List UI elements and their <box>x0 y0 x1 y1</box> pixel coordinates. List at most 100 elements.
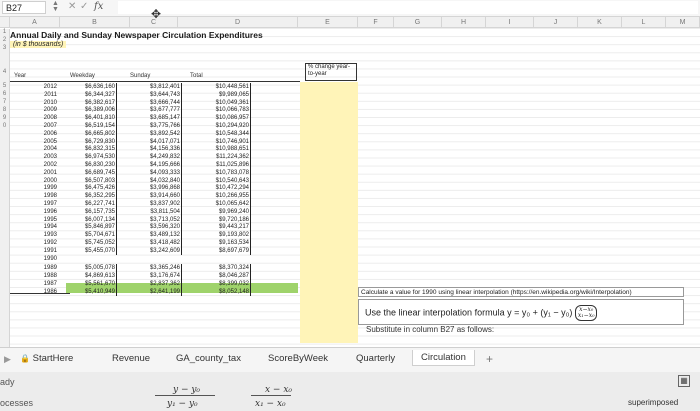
year-cell[interactable]: 2008 <box>10 114 57 122</box>
sunday-cell[interactable]: $4,017,071 <box>134 137 182 146</box>
sunday-cell[interactable]: $3,677,777 <box>134 106 182 115</box>
sunday-cell[interactable]: $3,418,482 <box>134 239 182 247</box>
sunday-cell[interactable]: $2,837,362 <box>134 280 182 288</box>
total-cell[interactable]: $10,540,643 <box>196 176 251 185</box>
sunday-cell[interactable]: $2,641,199 <box>134 287 182 296</box>
column-header-k[interactable]: K <box>578 17 622 28</box>
year-cell[interactable]: 1992 <box>10 239 57 247</box>
weekday-cell[interactable]: $5,561,670 <box>58 280 117 288</box>
total-cell[interactable]: $9,989,065 <box>196 90 251 99</box>
year-cell[interactable]: 2010 <box>10 99 57 107</box>
column-header-f[interactable]: F <box>358 17 394 28</box>
sunday-cell[interactable]: $3,812,401 <box>134 83 182 91</box>
total-cell[interactable]: $9,163,534 <box>196 239 251 247</box>
sunday-cell[interactable]: $3,811,504 <box>134 207 182 216</box>
total-cell[interactable]: $10,988,651 <box>196 145 251 154</box>
weekday-cell[interactable]: $6,636,160 <box>58 83 117 91</box>
sunday-cell[interactable]: $3,666,744 <box>134 98 182 107</box>
year-cell[interactable]: 2003 <box>10 153 57 161</box>
year-cell[interactable]: 2005 <box>10 138 57 146</box>
weekday-cell[interactable]: $6,475,426 <box>58 184 117 193</box>
sunday-cell[interactable]: $3,176,674 <box>134 272 182 281</box>
weekday-cell[interactable]: $5,704,671 <box>58 231 117 240</box>
total-cell[interactable]: $8,052,148 <box>196 287 251 296</box>
column-header-b[interactable]: B <box>60 17 130 28</box>
total-cell[interactable]: $10,548,344 <box>196 129 251 138</box>
total-cell[interactable]: $11,224,362 <box>196 153 251 162</box>
weekday-cell[interactable]: $6,729,830 <box>58 137 117 146</box>
sunday-cell[interactable]: $3,685,147 <box>134 114 182 123</box>
weekday-cell[interactable]: $4,869,613 <box>58 272 117 281</box>
total-cell[interactable]: $9,969,240 <box>196 207 251 216</box>
year-cell[interactable]: 1993 <box>10 231 57 239</box>
year-cell[interactable]: 2009 <box>10 106 57 114</box>
column-header-j[interactable]: J <box>534 17 578 28</box>
row-header-1[interactable]: 1 <box>0 29 10 37</box>
tab-starthere[interactable]: 🔒 StartHere <box>20 353 73 364</box>
sunday-cell[interactable]: $3,365,246 <box>134 264 182 273</box>
weekday-cell[interactable]: $6,974,530 <box>58 153 117 162</box>
total-cell[interactable]: $10,448,561 <box>196 83 251 91</box>
cancel-icon[interactable]: ✕ <box>68 1 76 12</box>
year-cell[interactable]: 1991 <box>10 247 57 255</box>
total-cell[interactable]: $10,266,955 <box>196 192 251 201</box>
name-box[interactable]: B27 <box>2 1 46 14</box>
total-cell[interactable]: $8,697,679 <box>196 246 251 255</box>
year-cell[interactable]: 1986 <box>10 288 57 296</box>
weekday-cell[interactable]: $6,401,810 <box>58 114 117 123</box>
tab-ga-county-tax[interactable]: GA_county_tax <box>176 353 241 364</box>
weekday-cell[interactable]: $6,830,230 <box>58 161 117 169</box>
sunday-cell[interactable]: $3,644,743 <box>134 90 182 99</box>
weekday-cell[interactable]: $6,519,154 <box>58 122 117 130</box>
tab-quarterly[interactable]: Quarterly <box>356 353 395 364</box>
sunday-cell[interactable]: $3,596,320 <box>134 223 182 232</box>
weekday-cell[interactable]: $6,007,134 <box>58 215 117 224</box>
year-cell[interactable]: 1990 <box>10 255 57 263</box>
sunday-cell[interactable]: $4,093,333 <box>134 168 182 177</box>
sunday-cell[interactable]: $3,914,660 <box>134 192 182 201</box>
sunday-cell[interactable]: $3,892,542 <box>134 129 182 138</box>
row-header-2[interactable]: 2 <box>0 37 10 45</box>
sunday-cell[interactable]: $3,242,609 <box>134 246 182 255</box>
weekday-cell[interactable]: $6,389,006 <box>58 106 117 115</box>
total-cell[interactable]: $10,065,642 <box>196 200 251 208</box>
add-sheet-button[interactable]: + <box>486 352 493 366</box>
sunday-cell[interactable]: $3,996,868 <box>134 184 182 193</box>
year-cell[interactable]: 1995 <box>10 216 57 224</box>
weekday-cell[interactable]: $5,745,052 <box>58 239 117 247</box>
tab-revenue[interactable]: Revenue <box>112 353 150 364</box>
tab-scorebyweek[interactable]: ScoreByWeek <box>268 353 328 364</box>
weekday-cell[interactable]: $5,455,070 <box>58 246 117 255</box>
year-cell[interactable]: 1988 <box>10 272 57 280</box>
year-cell[interactable]: 1997 <box>10 200 57 208</box>
weekday-cell[interactable]: $6,665,802 <box>58 129 117 138</box>
weekday-cell[interactable]: $6,227,741 <box>58 200 117 208</box>
column-header-g[interactable]: G <box>394 17 442 28</box>
weekday-cell[interactable]: $6,382,617 <box>58 98 117 107</box>
total-cell[interactable]: $11,025,896 <box>196 161 251 169</box>
interpolation-note[interactable]: Calculate a value for 1990 using linear … <box>358 287 684 297</box>
year-cell[interactable]: 1994 <box>10 223 57 231</box>
fx-icon[interactable]: fx <box>94 1 103 12</box>
formula-input[interactable] <box>118 1 698 14</box>
row-header-3[interactable]: 3 <box>0 45 10 61</box>
total-cell[interactable]: $10,066,783 <box>196 106 251 115</box>
sunday-cell[interactable]: $4,156,336 <box>134 145 182 154</box>
column-header-a[interactable]: A <box>10 17 60 28</box>
sunday-cell[interactable]: $3,489,132 <box>134 231 182 240</box>
total-cell[interactable]: $9,193,802 <box>196 231 251 240</box>
total-cell[interactable]: $10,746,901 <box>196 137 251 146</box>
sunday-cell[interactable]: $3,775,766 <box>134 122 182 130</box>
year-cell[interactable]: 1987 <box>10 280 57 288</box>
weekday-cell[interactable]: $6,507,803 <box>58 176 117 185</box>
name-box-arrows-icon[interactable]: ▲ ▼ <box>52 0 59 13</box>
weekday-cell[interactable]: $5,005,078 <box>58 264 117 273</box>
column-header-e[interactable]: E <box>298 17 358 28</box>
year-cell[interactable]: 2012 <box>10 83 57 91</box>
year-cell[interactable]: 2007 <box>10 122 57 130</box>
total-cell[interactable]: $10,783,078 <box>196 168 251 177</box>
column-header-m[interactable]: M <box>666 17 700 28</box>
sunday-cell[interactable]: $4,249,832 <box>134 153 182 162</box>
year-cell[interactable]: 2002 <box>10 161 57 169</box>
enter-icon[interactable]: ✓ <box>80 1 88 12</box>
